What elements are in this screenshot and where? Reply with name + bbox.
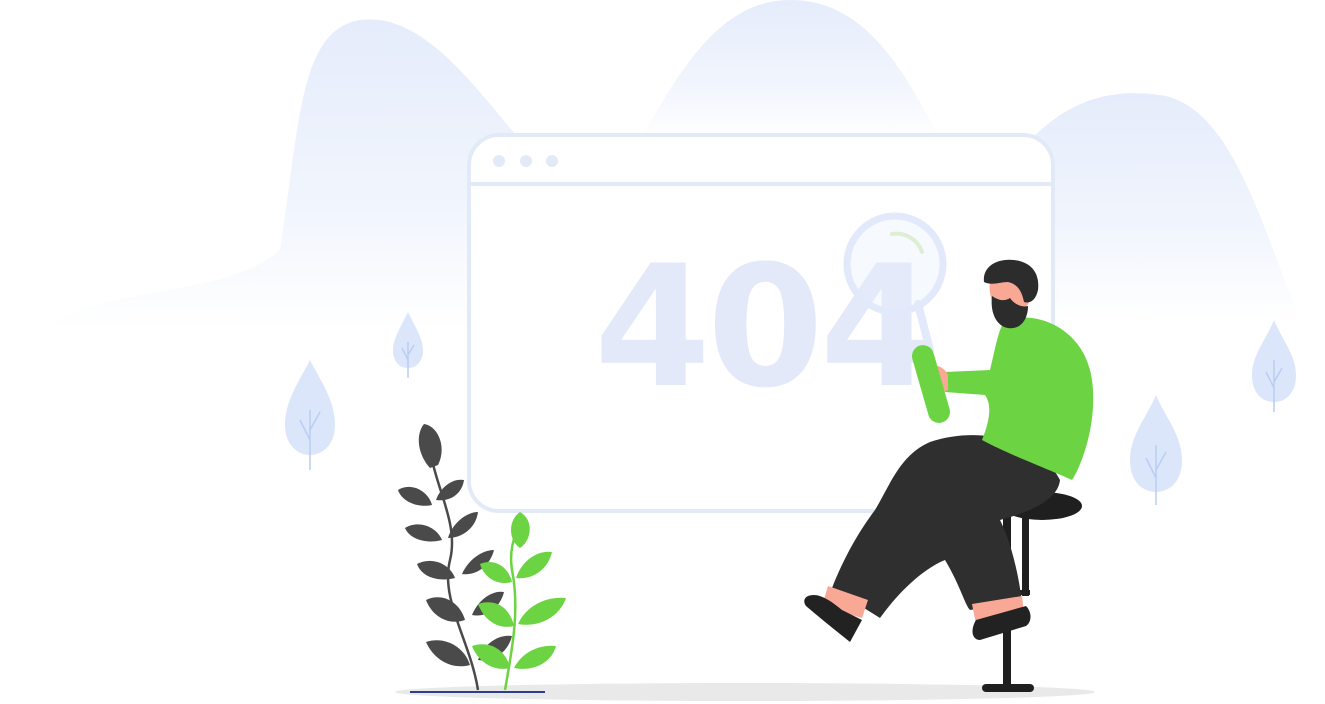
stool-post bbox=[1022, 516, 1029, 596]
bush-icon bbox=[1252, 320, 1296, 412]
leaf-icon bbox=[516, 551, 552, 579]
green-leaves bbox=[472, 512, 566, 669]
leaf-icon bbox=[514, 645, 556, 669]
window-dot-icon bbox=[546, 155, 558, 167]
hill-right bbox=[1030, 93, 1300, 321]
window-dot-icon bbox=[520, 155, 532, 167]
bush-icon bbox=[1130, 395, 1182, 505]
stool-base bbox=[982, 684, 1034, 692]
leaf-icon bbox=[518, 597, 566, 625]
window-dot-icon bbox=[493, 155, 505, 167]
error-404-illustration: 404 bbox=[0, 0, 1325, 704]
leaf-icon bbox=[480, 562, 512, 584]
hill-center bbox=[640, 0, 940, 140]
hill-left bbox=[40, 19, 520, 331]
leaf-icon bbox=[426, 640, 470, 667]
leaf-icon bbox=[426, 597, 465, 622]
leaf-icon bbox=[448, 512, 478, 538]
bush-icon bbox=[285, 360, 335, 470]
leaf-icon bbox=[418, 424, 442, 468]
illustration-canvas: 404 bbox=[40, 0, 1300, 701]
leaf-icon bbox=[405, 524, 442, 542]
leaf-icon bbox=[398, 486, 432, 506]
